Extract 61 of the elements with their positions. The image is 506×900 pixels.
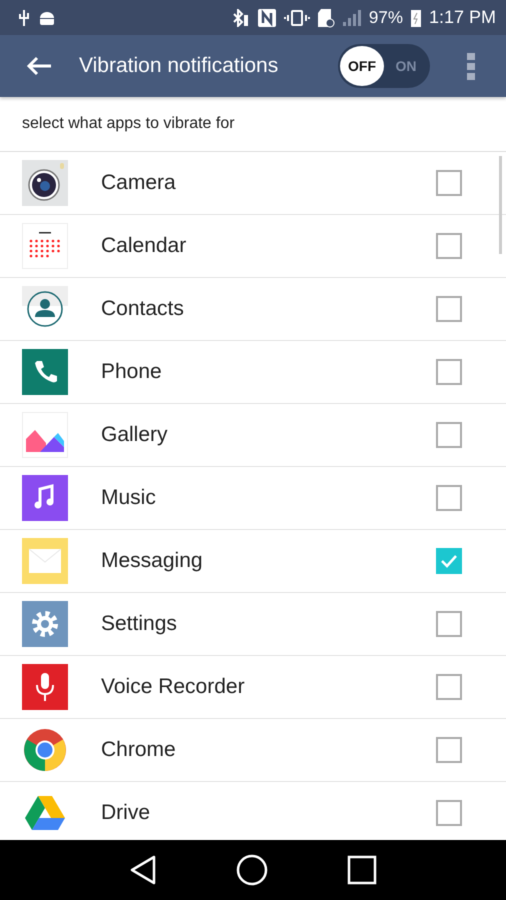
checkbox[interactable]	[436, 485, 462, 511]
app-name: Calendar	[101, 234, 188, 258]
app-row[interactable]: Chrome	[0, 719, 506, 782]
camera-icon	[22, 160, 68, 206]
screen-title: Vibration notifications	[79, 54, 280, 78]
checkbox[interactable]	[436, 611, 462, 637]
checkbox[interactable]	[436, 170, 462, 196]
recent-apps-icon[interactable]	[346, 855, 377, 885]
usb-icon	[18, 8, 30, 26]
checkbox[interactable]	[436, 800, 462, 826]
checkmark-icon	[440, 554, 458, 568]
app-row[interactable]: Phone	[0, 341, 506, 404]
checkbox[interactable]	[436, 233, 462, 259]
on-label: ON	[394, 57, 418, 76]
app-name: Camera	[101, 171, 177, 195]
instruction-text: select what apps to vibrate for	[22, 115, 235, 133]
vibrate-icon	[284, 8, 310, 26]
nfc-icon	[256, 8, 277, 28]
app-row[interactable]: Contacts	[0, 278, 506, 341]
battery-percentage: 97%	[368, 8, 403, 28]
app-row[interactable]: Gallery	[0, 404, 506, 467]
checkbox[interactable]	[436, 737, 462, 763]
app-name: Messaging	[101, 549, 204, 573]
battery-charging-icon	[410, 8, 422, 28]
music-icon	[22, 475, 68, 521]
checkbox[interactable]	[436, 422, 462, 448]
back-icon[interactable]	[129, 855, 158, 885]
app-row[interactable]: Music	[0, 467, 506, 530]
app-name: Voice Recorder	[101, 675, 246, 699]
app-row[interactable]: Voice Recorder	[0, 656, 506, 719]
toggle-switch[interactable]: OFF ON	[338, 44, 430, 88]
chrome-icon	[22, 727, 68, 773]
bluetooth-icon	[232, 8, 250, 26]
app-name: Settings	[101, 612, 178, 636]
calendar-icon	[22, 223, 68, 269]
app-name: Gallery	[101, 423, 169, 447]
checkbox[interactable]	[436, 296, 462, 322]
home-icon[interactable]	[236, 854, 268, 886]
app-row[interactable]: Messaging	[0, 530, 506, 593]
microphone-icon	[22, 664, 68, 710]
app-row[interactable]: Camera	[0, 152, 506, 215]
sd-card-icon	[316, 8, 335, 28]
clock: 1:17 PM	[428, 7, 496, 28]
app-name: Chrome	[101, 738, 177, 762]
more-options-icon[interactable]	[466, 52, 476, 80]
checkbox[interactable]	[436, 674, 462, 700]
gallery-icon	[22, 412, 68, 458]
envelope-icon	[22, 538, 68, 584]
signal-icon	[342, 8, 362, 26]
phone-icon	[22, 349, 68, 395]
checkbox[interactable]	[436, 359, 462, 385]
app-name: Music	[101, 486, 157, 510]
off-label: OFF	[340, 46, 384, 86]
app-name: Contacts	[101, 297, 185, 321]
app-row[interactable]: Settings	[0, 593, 506, 656]
app-name: Drive	[101, 801, 152, 825]
back-arrow-icon[interactable]	[26, 56, 52, 76]
checkbox[interactable]	[436, 548, 462, 574]
gear-icon	[22, 601, 68, 647]
app-name: Phone	[101, 360, 163, 384]
app-row[interactable]: Calendar	[0, 215, 506, 278]
